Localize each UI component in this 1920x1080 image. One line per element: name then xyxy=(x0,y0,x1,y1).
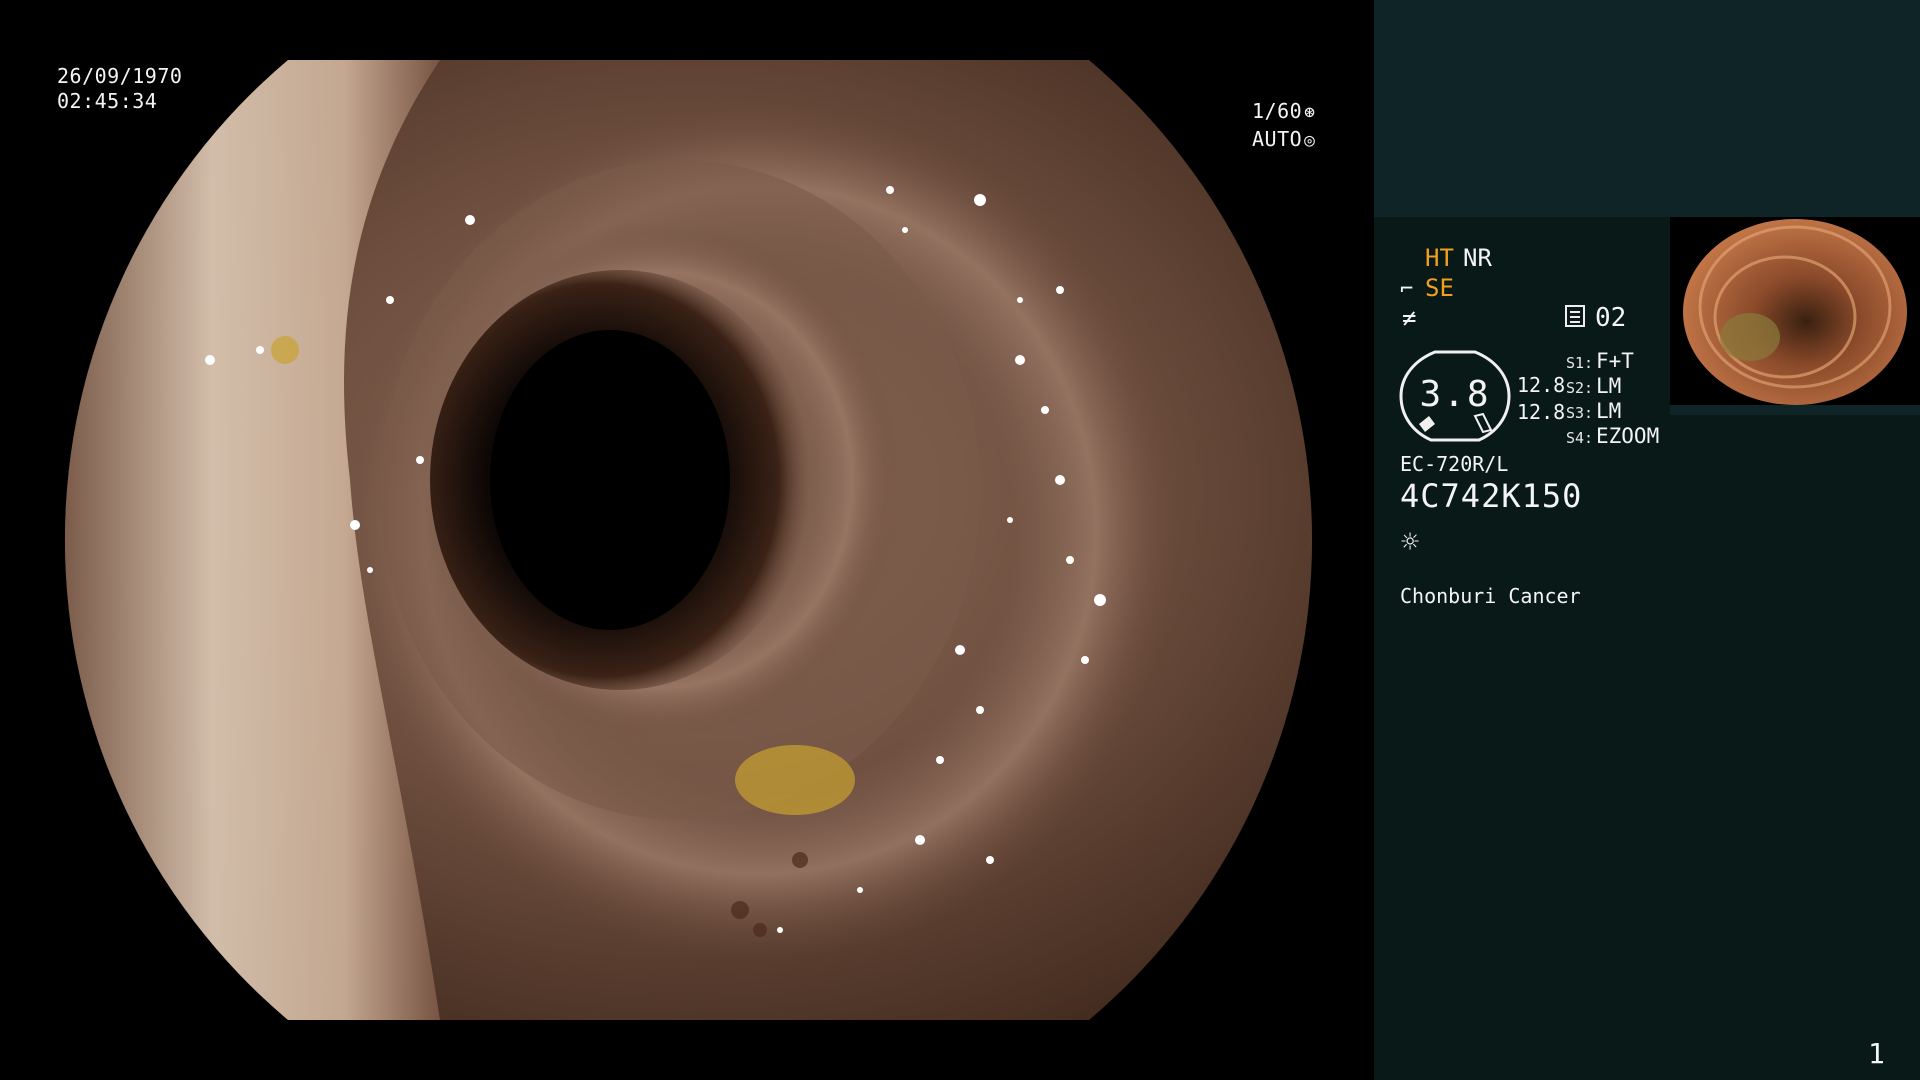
value-b: 12.8 xyxy=(1517,400,1566,424)
endoscopy-screen: 26/09/1970 02:45:34 1/60 ⊛ AUTO ◎ HT NR ⌐ … xyxy=(0,0,1920,1080)
shutter-icon: ⊛ xyxy=(1304,102,1316,123)
shutter-value: 1/60 xyxy=(1252,99,1303,123)
switch-4-label: S4: xyxy=(1566,429,1594,447)
institution-name: Chonburi Cancer xyxy=(1400,584,1581,608)
memory-number: 02 xyxy=(1595,303,1627,333)
date-label: 26/09/1970 xyxy=(57,64,183,88)
page-number: 1 xyxy=(1868,1037,1885,1070)
gauge-value: 3.8 xyxy=(1419,374,1491,415)
light-source-icon: ☼ xyxy=(1401,525,1420,560)
time-label: 02:45:34 xyxy=(57,89,158,113)
switch-3-label: S3: xyxy=(1566,404,1594,422)
value-a: 12.8 xyxy=(1517,373,1566,397)
nr-indicator: NR xyxy=(1463,244,1492,272)
endoscopic-image xyxy=(60,60,1317,1020)
panel-top xyxy=(1374,0,1920,217)
exposure-mode: AUTO ◎ xyxy=(1252,127,1316,153)
iris-icon: ◎ xyxy=(1304,130,1316,151)
scope-serial: 4C742K150 xyxy=(1400,477,1583,515)
enhancement-icon: ⌐ xyxy=(1400,277,1414,302)
filter-icon: ≠ xyxy=(1402,304,1417,332)
switch-3-value: LM xyxy=(1596,399,1622,423)
exposure-mode-value: AUTO xyxy=(1252,127,1303,151)
ht-indicator: HT xyxy=(1425,244,1454,272)
shutter-speed: 1/60 ⊛ xyxy=(1252,99,1316,125)
switch-2-value: LM xyxy=(1596,374,1622,398)
memo-icon xyxy=(1565,305,1585,327)
captured-image-thumbnail[interactable] xyxy=(1670,217,1920,415)
switch-1-label: S1: xyxy=(1566,354,1594,372)
switch-4-value: EZOOM xyxy=(1596,424,1660,448)
switch-2-label: S2: xyxy=(1566,379,1594,397)
se-indicator: SE xyxy=(1425,274,1454,302)
scope-model: EC-720R/L xyxy=(1400,452,1509,476)
switch-1-value: F+T xyxy=(1596,349,1634,373)
